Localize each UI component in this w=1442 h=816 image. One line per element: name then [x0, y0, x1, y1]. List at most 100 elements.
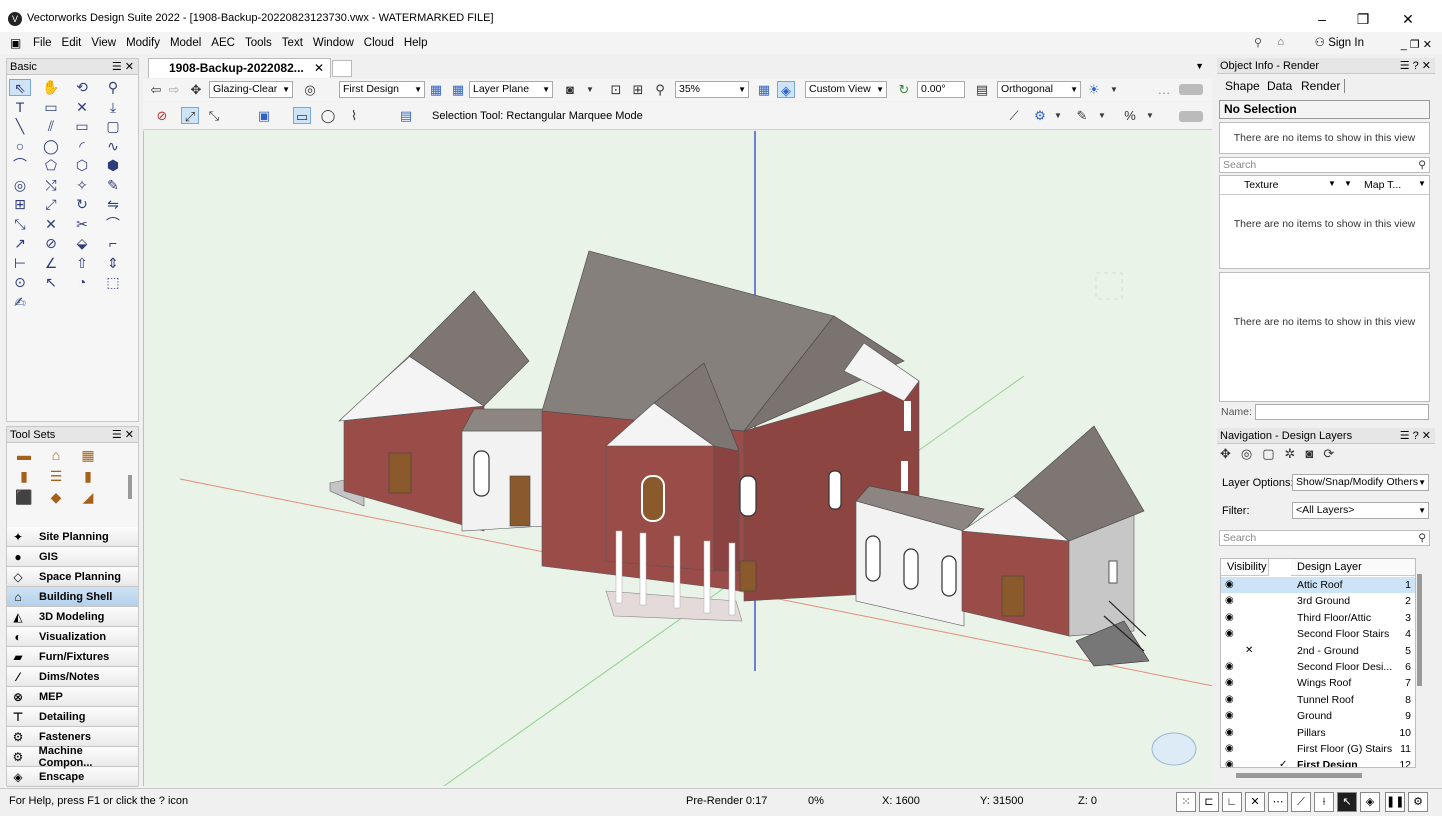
tool-set-item[interactable]: ● GIS — [7, 547, 138, 567]
connect-tool-icon[interactable]: ↗ — [9, 235, 31, 252]
model-tool-icon[interactable]: ⬚ — [102, 274, 124, 291]
3d-view-icon[interactable]: ◈ — [777, 81, 795, 98]
layer-up-icon[interactable]: ▦ — [427, 81, 445, 98]
flyover-tool-icon[interactable]: ⟲ — [71, 79, 93, 96]
name-input[interactable] — [1255, 404, 1429, 420]
new-tab-button[interactable] — [332, 60, 352, 77]
chevron-down-icon[interactable]: ▼ — [581, 81, 599, 98]
back-arrow-icon[interactable]: ⇦ — [147, 81, 165, 98]
offset-tool-icon[interactable]: ⤢ — [40, 196, 62, 213]
arc-tool-icon[interactable]: ◜ — [71, 138, 93, 155]
navigation-tabs[interactable]: ✥◎▢✲◙⟳ — [1220, 446, 1400, 466]
overflow-icon[interactable]: … — [1155, 81, 1173, 98]
toggle-toolbar-button[interactable] — [1179, 84, 1203, 95]
sign-in-link[interactable]: ⚇ Sign In — [1315, 32, 1364, 54]
tool-set-item[interactable]: ⊗ MEP — [7, 687, 138, 707]
double-polygon-tool-icon[interactable]: ⬡ — [71, 157, 93, 174]
class-dropdown[interactable]: Glazing-Clear ▼ — [209, 81, 293, 98]
tool-set-item[interactable]: ◇ Space Planning — [7, 567, 138, 587]
layer-row[interactable]: ✕ 2nd - Ground 5 — [1221, 643, 1415, 659]
projection-dropdown[interactable]: Orthogonal ▼ — [997, 81, 1081, 98]
eyedropper-tool-icon[interactable]: ✎ — [102, 177, 124, 194]
roof-icon[interactable]: ▮ — [77, 468, 99, 487]
tool-set-item[interactable]: ◈ Enscape — [7, 767, 138, 787]
snapping-icon[interactable]: ⟋ — [1005, 107, 1023, 124]
tool-set-scrollbar[interactable] — [128, 475, 132, 499]
pause-icon[interactable]: ❚❚ — [1385, 792, 1405, 812]
transparency-icon[interactable]: % — [1121, 107, 1139, 124]
palette-menu-icon[interactable]: ☰ ✕ — [112, 59, 134, 75]
menu-modify[interactable]: Modify — [121, 32, 165, 54]
tool-set-item[interactable]: ◭ 3D Modeling — [7, 607, 138, 627]
eye-icon[interactable]: ◉ — [1225, 675, 1234, 691]
snap-smart-points-icon[interactable]: ⟋ — [1291, 792, 1311, 812]
search-icon[interactable]: ⚲ — [1254, 36, 1262, 49]
regular-polygon-tool-icon[interactable]: ⬢ — [102, 157, 124, 174]
layer-row[interactable]: ◉ Wings Roof 7 — [1221, 675, 1415, 691]
doors-icon[interactable]: ⌂ — [45, 447, 67, 466]
chevron-down-icon[interactable]: ▼ — [1344, 179, 1352, 188]
attribute-mapping-tool-icon[interactable]: ⤭ — [40, 177, 62, 194]
eye-icon[interactable]: ◉ — [1225, 692, 1234, 708]
menu-file[interactable]: File — [28, 32, 57, 54]
double-line-tool-icon[interactable]: ⫽ — [40, 118, 62, 135]
filter-dropdown[interactable]: <All Layers> ▼ — [1292, 502, 1429, 519]
rectangle-select-icon[interactable]: ▭ — [293, 107, 311, 124]
chamfer-tool-icon[interactable]: ⌐ — [102, 235, 124, 252]
protractor-tool-icon[interactable]: ◔ — [71, 274, 93, 291]
lighting-options-icon[interactable]: ☀ — [1085, 81, 1103, 98]
zoom-tool-icon[interactable]: ⚲ — [102, 79, 124, 96]
snap-tangent-icon[interactable]: ↖ — [1337, 792, 1357, 812]
layer-row[interactable]: ◉ Third Floor/Attic 3 — [1221, 610, 1415, 626]
bucket-tool-icon[interactable]: ⬙ — [71, 235, 93, 252]
layer-row[interactable]: ◉ Pillars 10 — [1221, 725, 1415, 741]
menu-aec[interactable]: AEC — [206, 32, 240, 54]
standard-views-icon[interactable]: ▦ — [755, 81, 773, 98]
snap-distance-icon[interactable]: ⋯ — [1268, 792, 1288, 812]
render-options-icon[interactable]: ✎ — [1073, 107, 1091, 124]
3d-pointer-tool-icon[interactable]: ↖ — [40, 274, 62, 291]
menu-window[interactable]: Window — [308, 32, 359, 54]
dimension-tool-icon[interactable]: ⊢ — [9, 255, 31, 272]
freehand-select-icon[interactable]: ⌇ — [345, 107, 363, 124]
circle-dimension-tool-icon[interactable]: ⊙ — [9, 274, 31, 291]
classes-tab-icon[interactable]: ✥ — [1220, 446, 1241, 461]
snap-intersection-icon[interactable]: ✕ — [1245, 792, 1265, 812]
tab-render[interactable]: Render — [1301, 79, 1346, 93]
eye-icon[interactable]: ◉ — [1225, 757, 1234, 767]
zoom-field[interactable]: 35% ▼ — [675, 81, 749, 98]
snap-object-icon[interactable]: ⊏ — [1199, 792, 1219, 812]
tool-set-item[interactable]: ◐ Visualization — [7, 627, 138, 647]
locus-tool-icon[interactable]: ✕ — [71, 99, 93, 116]
menu-edit[interactable]: Edit — [57, 32, 87, 54]
oval-tool-icon[interactable]: ◯ — [40, 138, 62, 155]
selection-tool-icon[interactable]: ⇖ — [9, 79, 31, 96]
reshape-tool-icon[interactable]: ⤡ — [9, 216, 31, 233]
layer-down-icon[interactable]: ▦ — [449, 81, 467, 98]
toggle-toolbar-button[interactable] — [1179, 111, 1203, 122]
layer-row[interactable]: ◉ ✓ First Design 12 — [1221, 757, 1415, 767]
layers-icon[interactable]: ◎ — [301, 81, 319, 98]
layer-scrollbar[interactable] — [1417, 574, 1422, 686]
palette-menu-icon[interactable]: ☰ ? ✕ — [1400, 428, 1431, 444]
layer-row[interactable]: ◉ 3rd Ground 2 — [1221, 593, 1415, 609]
menu-view[interactable]: View — [86, 32, 121, 54]
plane-dropdown[interactable]: Layer Plane ▼ — [469, 81, 553, 98]
rotate-plan-icon[interactable]: ↻ — [895, 81, 913, 98]
rotation-field[interactable]: 0.00° — [917, 81, 965, 98]
minimize-button[interactable]: – — [1302, 8, 1342, 30]
chevron-down-icon[interactable]: ▼ — [1141, 107, 1159, 124]
callout-tool-icon[interactable]: ▭ — [40, 99, 62, 116]
polygon-tool-icon[interactable]: ⬠ — [40, 157, 62, 174]
layer-row[interactable]: ◉ Tunnel Roof 8 — [1221, 692, 1415, 708]
zoom-fit-icon[interactable]: ⊡ — [607, 81, 625, 98]
paint-tool-icon[interactable]: ✍ — [9, 294, 31, 311]
palette-menu-icon[interactable]: ☰ ✕ — [112, 427, 134, 443]
app-menu-icon[interactable]: ▣ — [10, 36, 21, 50]
eye-icon[interactable]: ◉ — [1225, 626, 1234, 642]
tool-set-item[interactable]: ⊤ Detailing — [7, 707, 138, 727]
tab-shape[interactable]: Shape — [1225, 79, 1260, 93]
walls-icon[interactable]: ▬ — [13, 447, 35, 466]
enable-group-editing-icon[interactable]: ▣ — [255, 107, 273, 124]
snap-grid-icon[interactable]: ⁙ — [1176, 792, 1196, 812]
